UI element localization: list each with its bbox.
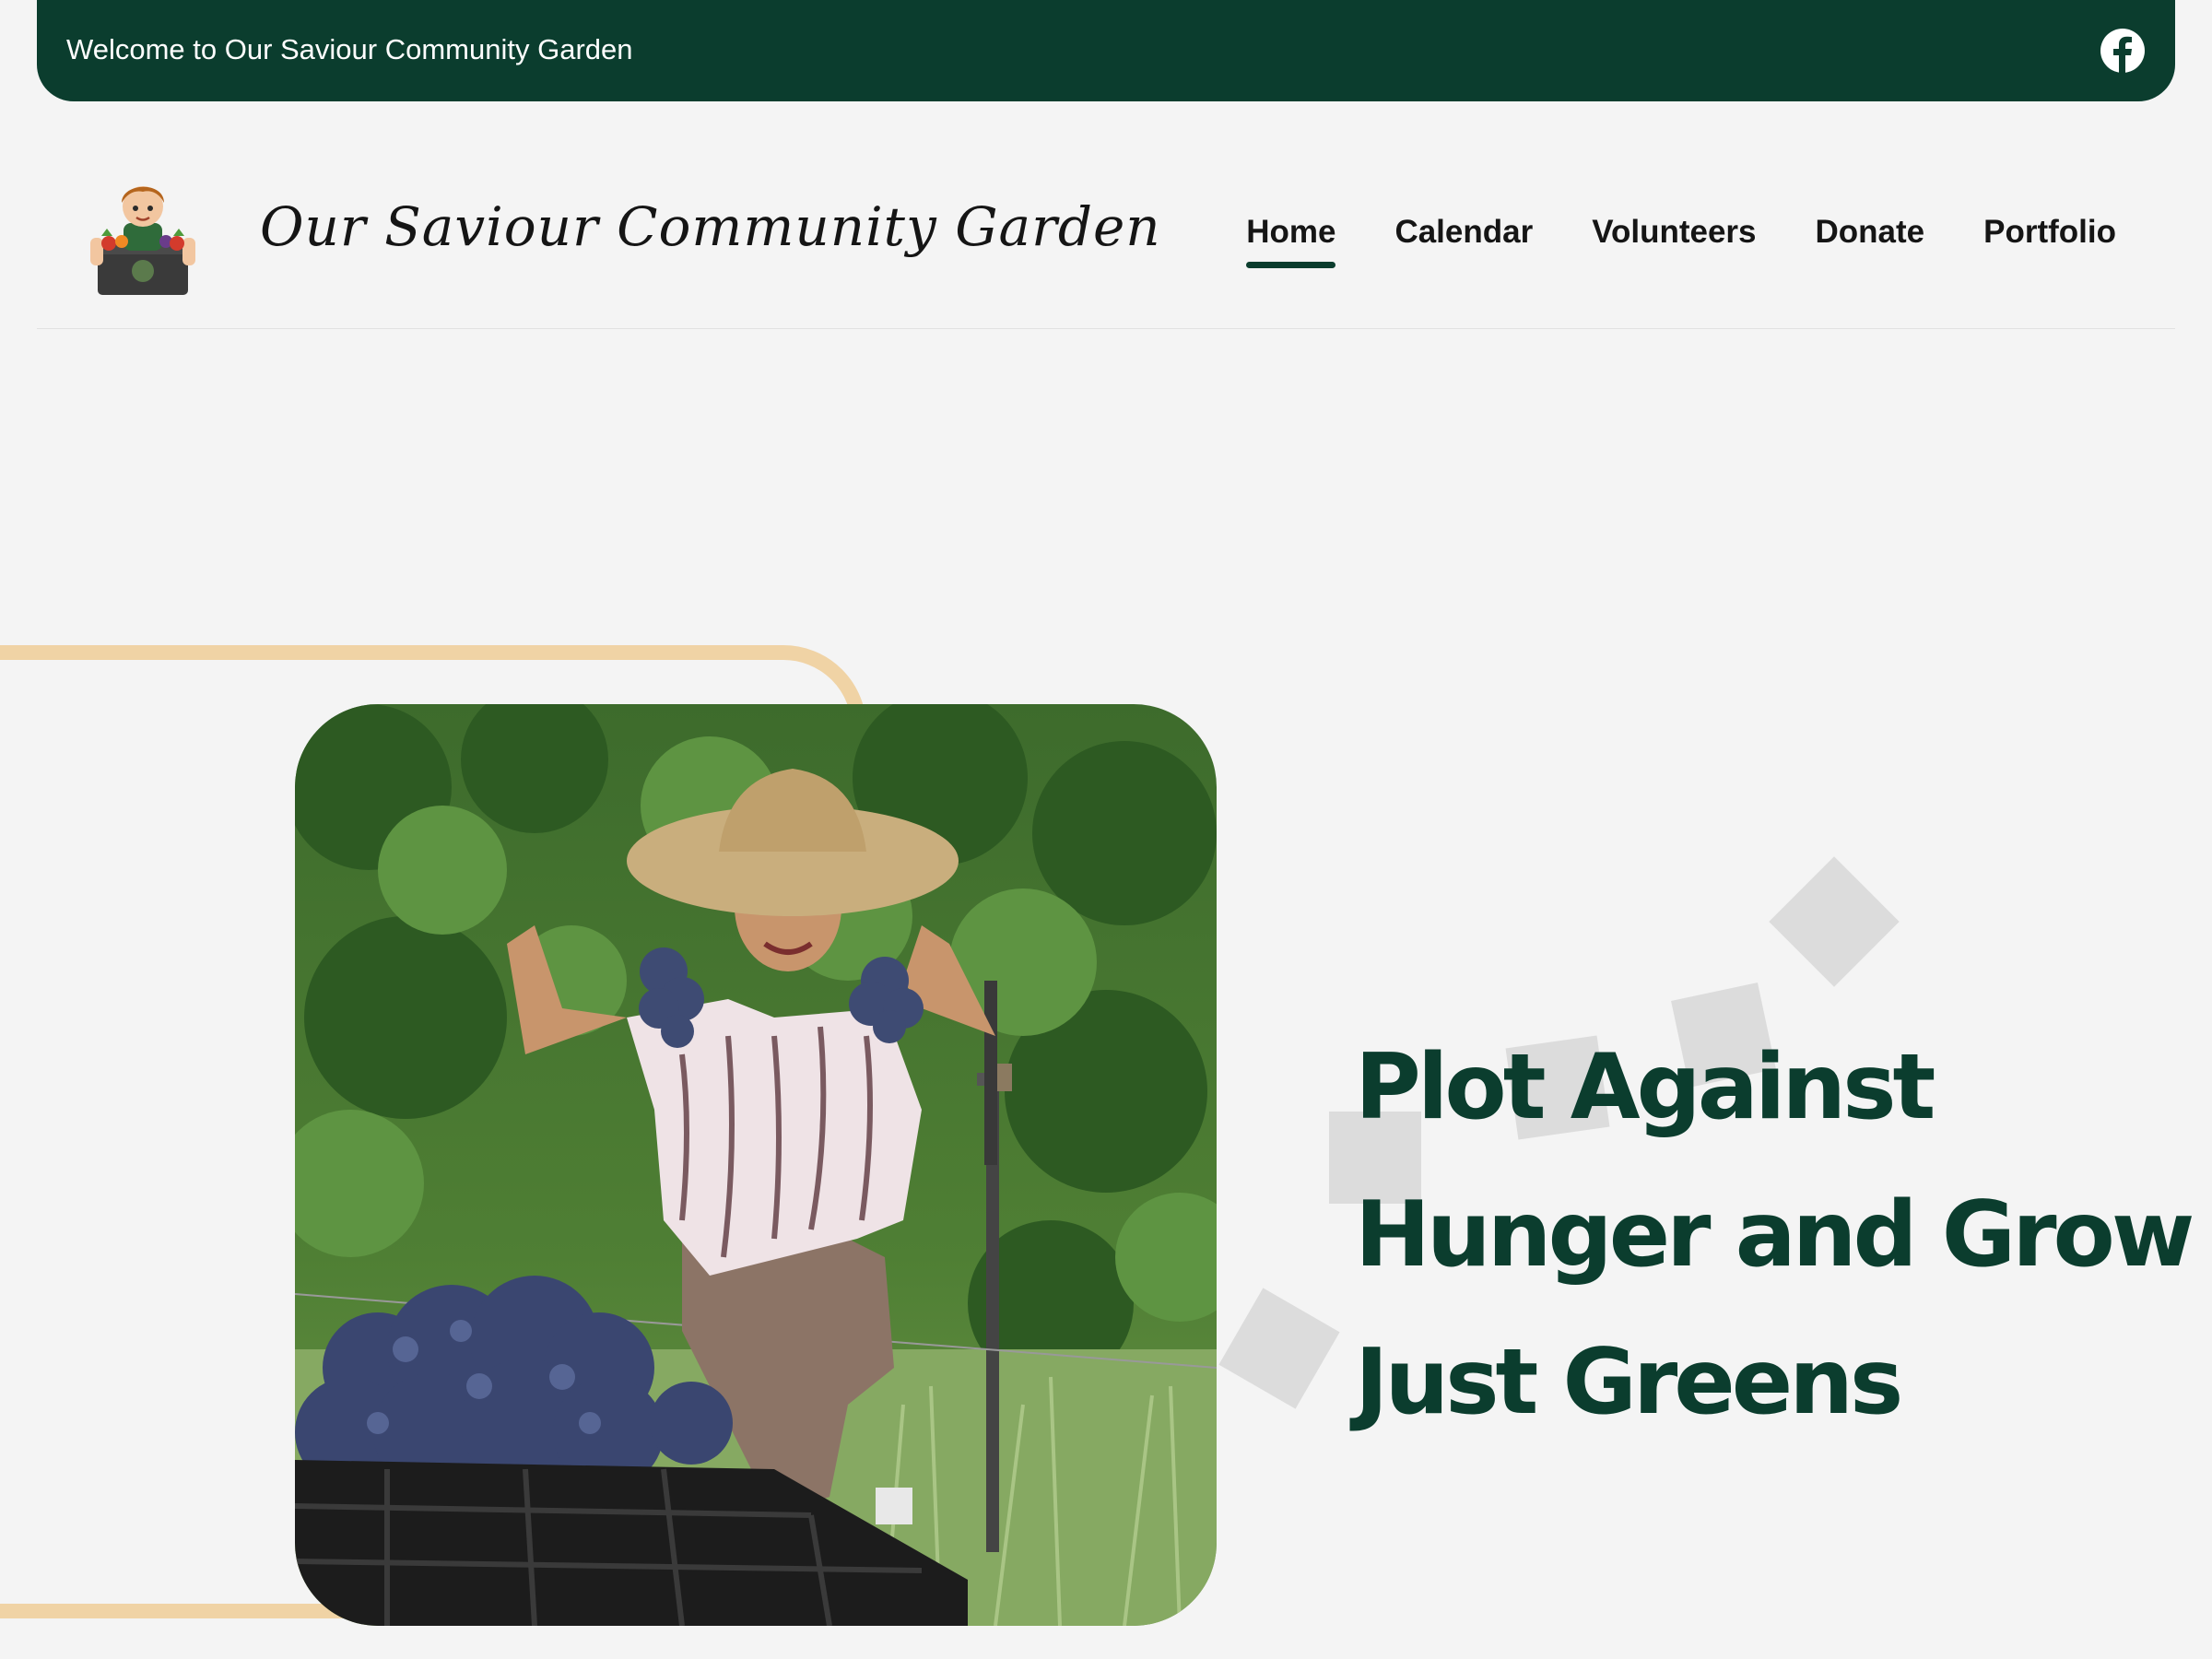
site-header: Our Saviour Community Garden Home Calend…: [37, 101, 2175, 329]
decorative-square: [1218, 1288, 1340, 1409]
hero-headline: Plot Against Hunger and Grow Just Greens: [1355, 1035, 2194, 1435]
decorative-square: [1769, 856, 1900, 987]
top-announcement-bar: Welcome to Our Saviour Community Garden: [37, 0, 2175, 101]
nav-home[interactable]: Home: [1246, 212, 1336, 268]
main-navigation: Home Calendar Volunteers Donate Portfoli…: [1246, 212, 2116, 268]
facebook-icon[interactable]: [2100, 28, 2146, 74]
site-title[interactable]: Our Saviour Community Garden: [260, 194, 1161, 260]
nav-volunteers[interactable]: Volunteers: [1592, 212, 1756, 253]
welcome-text: Welcome to Our Saviour Community Garden: [66, 33, 633, 65]
gardener-photo: [295, 704, 1217, 1626]
nav-portfolio[interactable]: Portfolio: [1983, 212, 2116, 253]
nav-donate[interactable]: Donate: [1816, 212, 1925, 253]
nav-calendar[interactable]: Calendar: [1394, 212, 1533, 253]
garden-logo[interactable]: [85, 171, 201, 300]
